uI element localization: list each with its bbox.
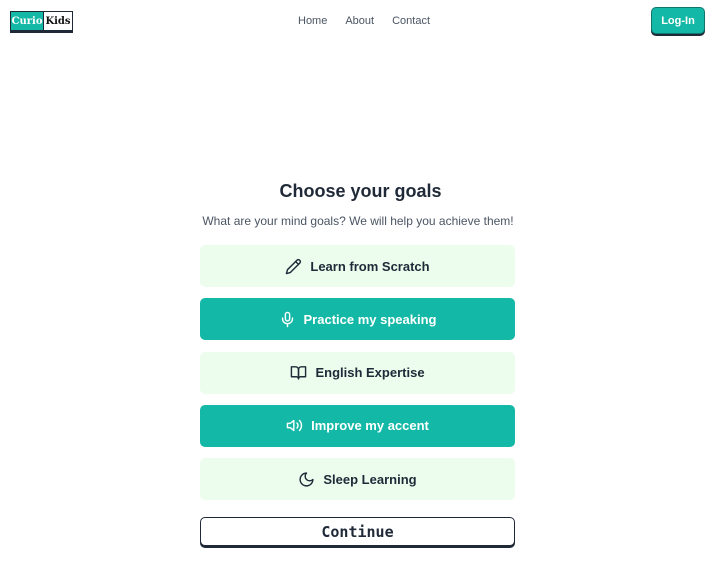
goal-option-label: Improve my accent [311, 418, 429, 434]
page: Curio Kids Home About Contact Log-In Cho… [0, 0, 721, 573]
moon-icon [299, 472, 314, 487]
microphone-icon [281, 311, 293, 328]
speaker-icon [286, 420, 303, 432]
book-open-icon [291, 366, 307, 380]
goal-option-learn-from-scratch[interactable]: Learn from Scratch [200, 245, 515, 287]
goal-option-label: Learn from Scratch [310, 258, 430, 274]
goal-option-label: Sleep Learning [323, 471, 417, 487]
logo-text-kids: Kids [44, 12, 72, 30]
continue-button[interactable]: Continue [200, 517, 515, 546]
nav-contact-link[interactable]: Contact [392, 14, 430, 28]
page-title: Choose your goals [279, 181, 442, 201]
nav-about-link[interactable]: About [345, 14, 374, 28]
goal-options: Learn from Scratch Practice my speaking … [200, 245, 515, 511]
logo[interactable]: Curio Kids [10, 11, 73, 31]
goal-option-label: English Expertise [315, 365, 425, 381]
main-nav: Home About Contact [298, 14, 430, 28]
goal-option-sleep-learning[interactable]: Sleep Learning [200, 458, 515, 501]
goal-option-practice-speaking[interactable]: Practice my speaking [200, 298, 515, 341]
login-button[interactable]: Log-In [651, 7, 705, 34]
goal-option-improve-accent[interactable]: Improve my accent [200, 404, 515, 447]
nav-home-link[interactable]: Home [298, 14, 327, 28]
goal-option-english-expertise[interactable]: English Expertise [200, 351, 515, 394]
logo-text-curio: Curio [11, 12, 44, 30]
page-subtitle: What are your mind goals? We will help y… [202, 214, 514, 228]
goal-option-label: Practice my speaking [303, 311, 437, 327]
pencil-icon [286, 258, 302, 274]
